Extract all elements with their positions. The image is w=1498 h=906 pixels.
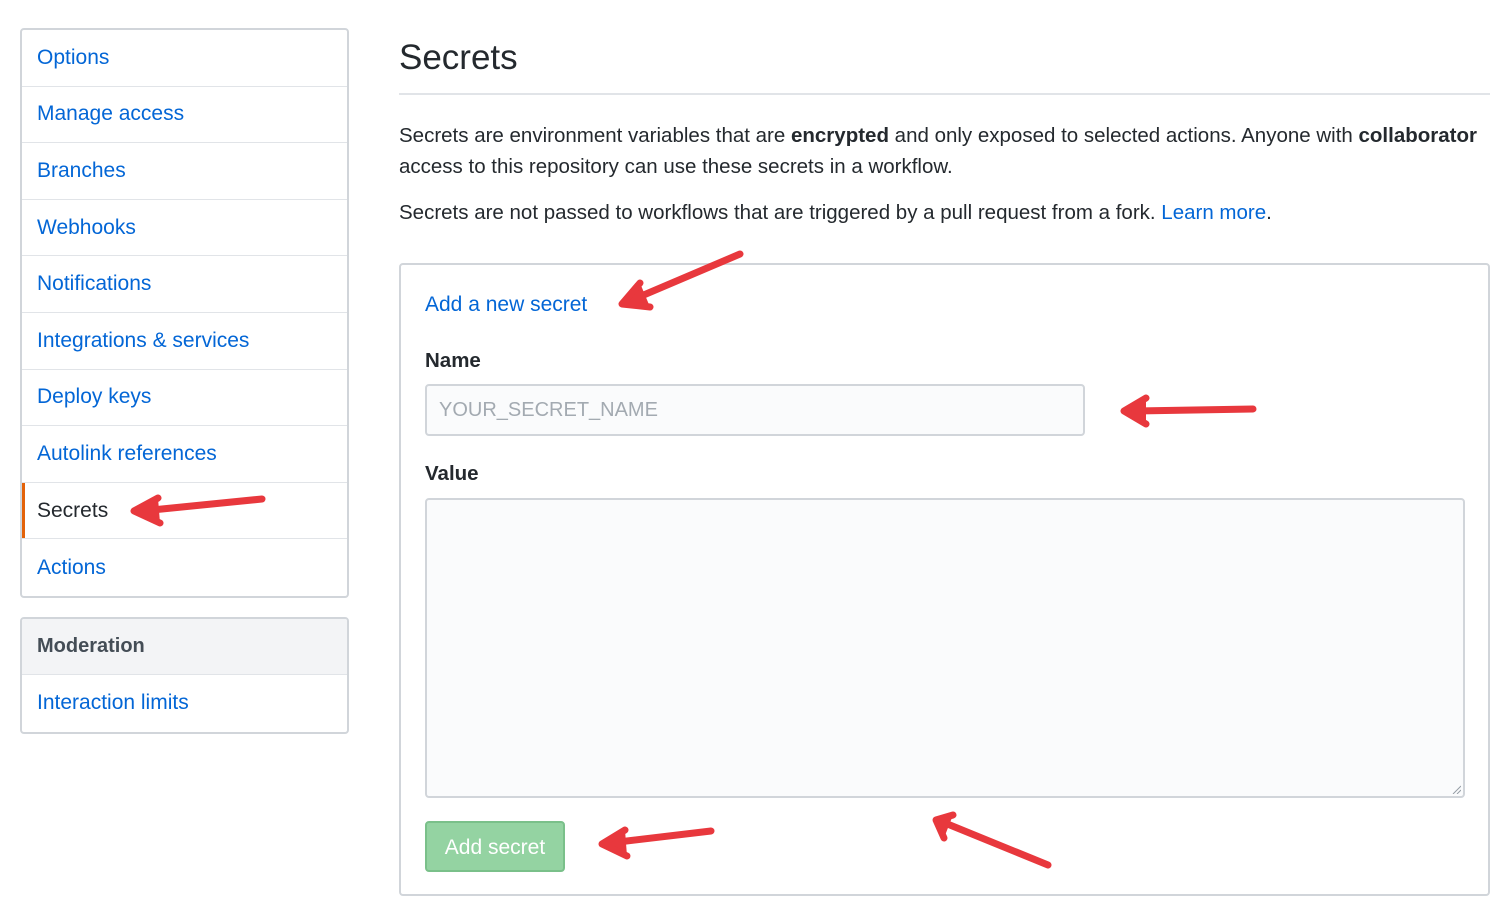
title-divider [399,93,1490,95]
description-bold-collaborator: collaborator [1358,124,1477,147]
value-label: Value [425,462,479,485]
sidebar-item-label: Options [37,45,110,69]
sidebar-item-options[interactable]: Options [22,30,347,87]
name-label: Name [425,349,481,372]
fork-notice-end: . [1266,201,1272,224]
resize-grip-icon[interactable] [1451,784,1461,794]
settings-page: Options Manage access Branches Webhooks … [0,0,1498,906]
description-text: Secrets are environment variables that a… [399,124,791,147]
sidebar-item-notifications[interactable]: Notifications [22,256,347,313]
secret-name-input[interactable] [425,384,1085,436]
description-text: access to this repository can use these … [399,155,953,178]
learn-more-link[interactable]: Learn more [1161,201,1266,224]
sidebar-item-interaction-limits[interactable]: Interaction limits [22,675,347,732]
page-title: Secrets [399,38,518,77]
sidebar-item-label: Notifications [37,272,152,296]
sidebar-item-autolink-references[interactable]: Autolink references [22,426,347,483]
add-new-secret-link[interactable]: Add a new secret [425,293,587,317]
settings-sidebar: Options Manage access Branches Webhooks … [20,28,349,598]
sidebar-item-label: Interaction limits [37,691,189,715]
secrets-description: Secrets are environment variables that a… [399,120,1490,182]
sidebar-item-deploy-keys[interactable]: Deploy keys [22,370,347,427]
fork-notice: Secrets are not passed to workflows that… [399,197,1490,228]
sidebar-item-webhooks[interactable]: Webhooks [22,200,347,257]
sidebar-item-label: Autolink references [37,441,217,465]
sidebar-item-label: Integrations & services [37,328,250,352]
add-secret-form: Add a new secret Name Value Add secret [399,263,1490,896]
sidebar-item-secrets[interactable]: Secrets [22,482,347,540]
sidebar-item-label: Branches [37,158,126,182]
sidebar-item-label: Secrets [37,498,109,522]
moderation-sidebar: Moderation Interaction limits [20,617,349,734]
description-bold-encrypted: encrypted [790,124,889,147]
add-secret-button[interactable]: Add secret [425,821,565,872]
moderation-heading: Moderation [22,619,347,675]
sidebar-item-integrations-services[interactable]: Integrations & services [22,313,347,370]
sidebar-item-label: Deploy keys [37,385,152,409]
sidebar-item-branches[interactable]: Branches [22,143,347,200]
sidebar-item-manage-access[interactable]: Manage access [22,87,347,144]
sidebar-item-label: Manage access [37,102,185,126]
fork-notice-text: Secrets are not passed to workflows that… [399,201,1162,224]
description-text: and only exposed to selected actions. An… [888,124,1359,147]
sidebar-item-label: Actions [37,555,106,579]
sidebar-item-label: Webhooks [37,215,136,239]
secret-value-textarea[interactable] [425,498,1465,798]
sidebar-item-actions[interactable]: Actions [22,539,347,596]
